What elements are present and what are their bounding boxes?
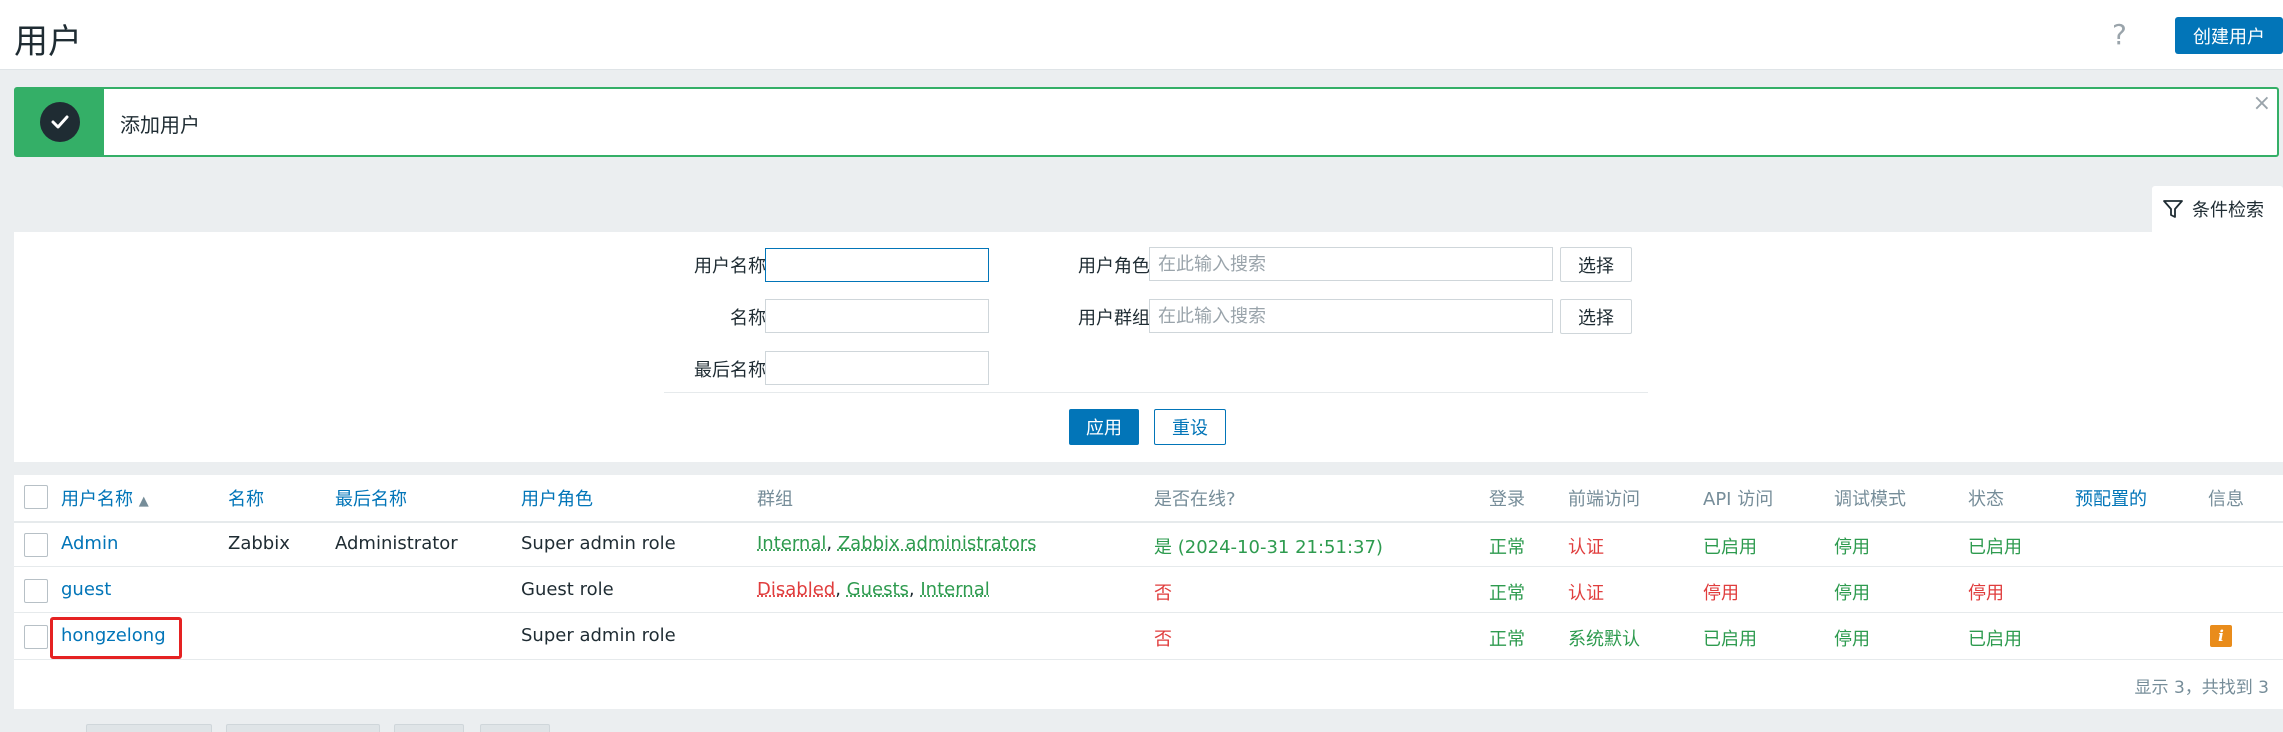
column-header-info: 信息 (2208, 489, 2244, 510)
filter-tab[interactable]: 条件检索 (2152, 186, 2283, 232)
api-cell: 已启用 (1703, 629, 1757, 650)
message-icon-box (16, 89, 104, 155)
api-cell: 已启用 (1703, 537, 1757, 558)
column-header-api: API 访问 (1703, 489, 1774, 510)
users-table: 用户名称 ▲ 名称 最后名称 用户角色 群组 是否在线? 登录 前端访问 API… (14, 475, 2283, 709)
success-message: 添加用户 × (14, 87, 2279, 157)
row-checkbox[interactable] (24, 579, 48, 603)
group-separator: , (908, 579, 921, 600)
apply-button[interactable]: 应用 (1069, 409, 1139, 445)
filter-panel: 用户名称 名称 最后名称 用户角色 选择 用户群组 选择 应用 重设 (14, 232, 2283, 462)
role-select-button[interactable]: 选择 (1560, 247, 1632, 282)
column-header-login: 登录 (1489, 489, 1525, 510)
lastname-label: 最后名称 (694, 360, 766, 381)
online-cell: 是 (2024-10-31 21:51:37) (1154, 537, 1383, 558)
group-link[interactable]: Disabled (757, 579, 835, 600)
login-cell: 正常 (1489, 629, 1525, 650)
role-cell: Super admin role (521, 625, 676, 646)
sort-asc-icon: ▲ (138, 494, 149, 509)
group-link[interactable]: Internal (920, 579, 989, 600)
close-icon[interactable]: × (2253, 91, 2271, 116)
row-divider (14, 659, 2283, 660)
filter-icon (2163, 200, 2183, 218)
group-link[interactable]: Guests (847, 579, 909, 600)
page-header: 用户 ? 创建用户 (0, 0, 2283, 70)
column-header-role[interactable]: 用户角色 (521, 485, 593, 511)
column-header-provisioned[interactable]: 预配置的 (2075, 485, 2147, 511)
debug-cell: 停用 (1834, 537, 1870, 558)
mass-action-button[interactable] (226, 724, 380, 732)
username-link[interactable]: guest (61, 579, 111, 600)
mass-action-button[interactable] (394, 724, 464, 732)
group-label: 用户群组 (1078, 308, 1150, 329)
groups-cell: Internal, Zabbix administrators (757, 533, 1037, 554)
frontend-cell: 认证 (1568, 583, 1604, 604)
username-link[interactable]: hongzelong (61, 625, 166, 646)
online-cell: 否 (1154, 583, 1172, 604)
role-cell: Guest role (521, 579, 614, 600)
row-divider (14, 566, 2283, 567)
column-header-frontend: 前端访问 (1568, 489, 1640, 510)
group-link[interactable]: Internal (757, 533, 826, 554)
row-checkbox[interactable] (24, 625, 48, 649)
groups-cell: Disabled, Guests, Internal (757, 579, 990, 600)
row-divider (14, 612, 2283, 613)
status-cell[interactable]: 已启用 (1968, 625, 2022, 651)
create-user-button[interactable]: 创建用户 (2175, 17, 2283, 54)
group-select-button[interactable]: 选择 (1560, 299, 1632, 334)
username-link[interactable]: Admin (61, 533, 118, 554)
filter-divider (664, 392, 1648, 393)
debug-cell: 停用 (1834, 583, 1870, 604)
group-search-input[interactable] (1149, 299, 1553, 333)
column-header-online: 是否在线? (1154, 489, 1236, 510)
role-cell: Super admin role (521, 533, 676, 554)
column-header-debug: 调试模式 (1834, 489, 1906, 510)
filter-tab-label: 条件检索 (2192, 200, 2264, 221)
column-header-username[interactable]: 用户名称 ▲ (61, 485, 149, 511)
login-cell: 正常 (1489, 583, 1525, 604)
group-separator: , (835, 579, 847, 600)
info-icon[interactable]: i (2210, 625, 2232, 647)
group-link[interactable]: Zabbix administrators (838, 533, 1037, 554)
mass-action-button[interactable] (86, 724, 212, 732)
row-checkbox[interactable] (24, 533, 48, 557)
api-cell: 停用 (1703, 583, 1739, 604)
page-title: 用户 (14, 22, 82, 62)
status-cell[interactable]: 已启用 (1968, 533, 2022, 559)
username-label: 用户名称 (694, 256, 766, 277)
name-label: 名称 (730, 308, 766, 329)
status-cell[interactable]: 停用 (1968, 579, 2004, 605)
lastname-cell: Administrator (335, 533, 458, 554)
column-header-lastname[interactable]: 最后名称 (335, 485, 407, 511)
column-header-groups: 群组 (757, 489, 793, 510)
login-cell: 正常 (1489, 537, 1525, 558)
column-header-name[interactable]: 名称 (228, 485, 264, 511)
message-text: 添加用户 (120, 113, 200, 137)
lastname-input[interactable] (765, 351, 989, 385)
select-all-checkbox[interactable] (24, 485, 48, 509)
frontend-cell: 系统默认 (1568, 629, 1640, 650)
group-separator: , (826, 533, 838, 554)
result-count: 显示 3，共找到 3 (2134, 678, 2269, 698)
column-header-status: 状态 (1968, 489, 2004, 510)
role-search-input[interactable] (1149, 247, 1553, 281)
name-cell: Zabbix (228, 533, 290, 554)
debug-cell: 停用 (1834, 629, 1870, 650)
online-cell: 否 (1154, 629, 1172, 650)
header-divider (14, 521, 2283, 523)
reset-button[interactable]: 重设 (1154, 409, 1226, 445)
question-icon[interactable]: ? (2112, 18, 2127, 51)
check-icon (40, 102, 80, 142)
mass-action-button[interactable] (480, 724, 550, 732)
role-label: 用户角色 (1078, 256, 1150, 277)
column-header-username-label: 用户名称 (61, 489, 133, 510)
frontend-cell: 认证 (1568, 537, 1604, 558)
